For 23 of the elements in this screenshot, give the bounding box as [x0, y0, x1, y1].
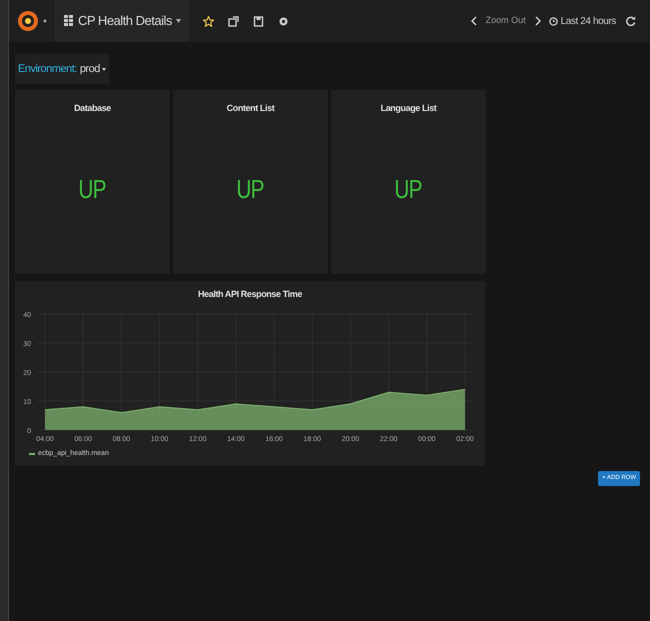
variable-selector[interactable]: Environment: prod: [15, 54, 109, 84]
save-icon: [252, 16, 264, 26]
share-icon: [228, 16, 239, 26]
dashboard-title-button[interactable]: CP Health Details: [56, 0, 189, 42]
time-back-button[interactable]: [468, 16, 479, 26]
zoom-out-button[interactable]: Zoom Out: [482, 14, 529, 28]
star-icon: [202, 16, 214, 26]
panel-title: Health API Response Time: [197, 288, 303, 301]
variable-value[interactable]: prod: [80, 60, 100, 78]
time-range-button[interactable]: Last 24 hours: [548, 14, 616, 28]
time-forward-button[interactable]: [532, 16, 543, 26]
panel-title: Language List: [380, 102, 436, 115]
panel-title: Content List: [226, 102, 274, 115]
grid-icon: [64, 15, 74, 27]
status-value: UP: [394, 172, 422, 206]
status-value: UP: [236, 172, 264, 206]
settings-icon: [278, 16, 289, 26]
status-value: UP: [78, 172, 106, 206]
variable-label: Environment:: [18, 62, 77, 77]
clock-icon: [548, 16, 558, 26]
refresh-button[interactable]: [624, 16, 638, 26]
logo-icon: [17, 8, 39, 34]
panel-title: Database: [74, 102, 111, 115]
